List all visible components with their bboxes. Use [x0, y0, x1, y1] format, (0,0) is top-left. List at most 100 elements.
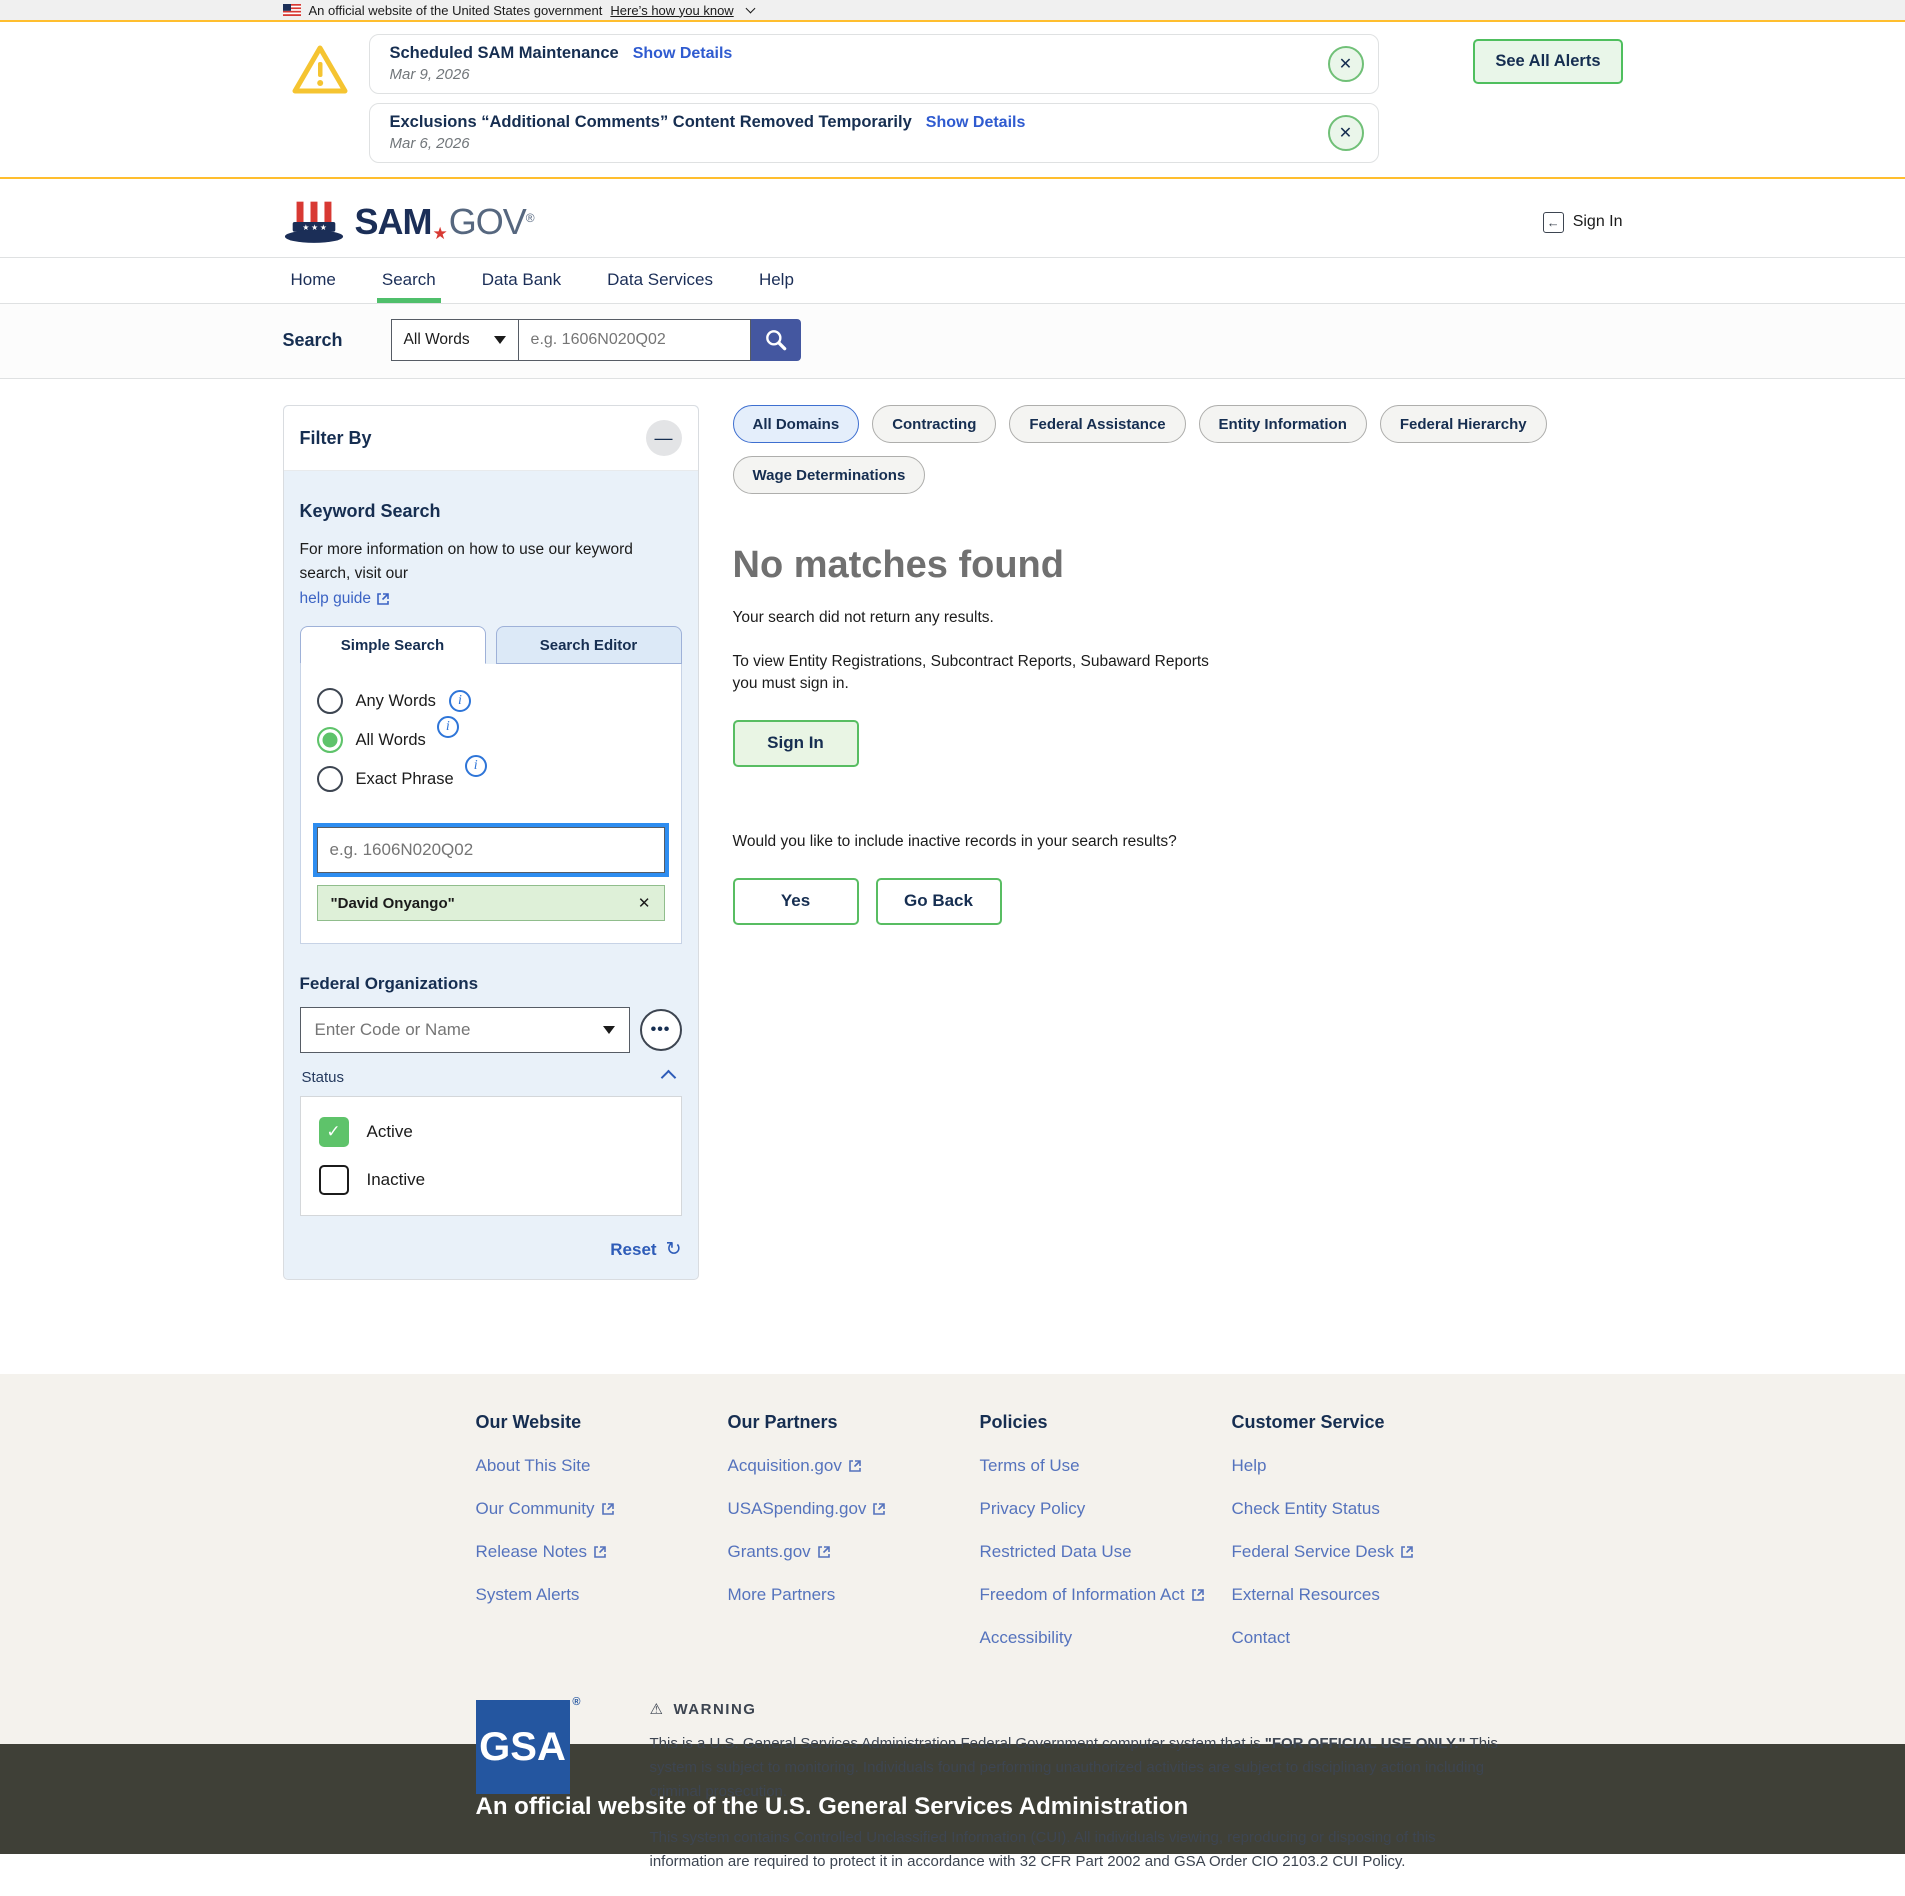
external-link-icon [817, 1545, 831, 1559]
filter-panel: Filter By — Keyword Search For more info… [283, 405, 699, 1280]
info-icon[interactable]: i [465, 755, 487, 777]
show-details-link[interactable]: Show Details [633, 45, 733, 62]
footer-link-release-notes[interactable]: Release Notes [476, 1542, 728, 1562]
nav-item-help[interactable]: Help [759, 258, 794, 303]
show-details-link[interactable]: Show Details [926, 114, 1026, 131]
nav-item-home[interactable]: Home [291, 258, 336, 303]
footer-col-our-website: Our Website About This Site Our Communit… [476, 1412, 728, 1648]
radio-circle-checked[interactable] [317, 727, 343, 753]
footer-link-label: External Resources [1232, 1585, 1380, 1605]
yes-button[interactable]: Yes [733, 878, 859, 925]
external-link-icon [1400, 1545, 1414, 1559]
footer-link-federal-service-desk[interactable]: Federal Service Desk [1232, 1542, 1484, 1562]
footer-link-usaspending-gov[interactable]: USASpending.gov [728, 1499, 980, 1519]
keyword-info-text: For more information on how to use our k… [300, 538, 682, 586]
footer-link-label: Freedom of Information Act [980, 1585, 1185, 1605]
footer-link-label: More Partners [728, 1585, 836, 1605]
checkbox-unchecked[interactable] [319, 1165, 349, 1195]
info-icon[interactable]: i [449, 690, 471, 712]
checkbox-checked[interactable]: ✓ [319, 1117, 349, 1147]
nav-item-data-bank[interactable]: Data Bank [482, 258, 561, 303]
remove-tag-icon[interactable]: ✕ [638, 894, 651, 912]
domain-pills: All Domains Contracting Federal Assistan… [733, 405, 1623, 494]
reset-filters-link[interactable]: Reset ↻ [300, 1238, 682, 1261]
reset-label: Reset [610, 1240, 656, 1260]
sign-in-required-message: To view Entity Registrations, Subcontrac… [733, 651, 1238, 696]
keyword-tag-label: "David Onyango" [331, 895, 455, 912]
footer-link-check-entity-status[interactable]: Check Entity Status [1232, 1499, 1484, 1519]
help-guide-link[interactable]: help guide [300, 590, 391, 608]
radio-circle[interactable] [317, 766, 343, 792]
chevron-down-icon [745, 3, 755, 13]
alert-list: Scheduled SAM MaintenanceShow Details Ma… [369, 34, 1379, 163]
footer-link-help[interactable]: Help [1232, 1456, 1484, 1476]
alert-close-button[interactable]: ✕ [1328, 115, 1364, 151]
banner-text: An official website of the United States… [309, 3, 603, 18]
status-option-active[interactable]: ✓ Active [319, 1117, 663, 1147]
pill-contracting[interactable]: Contracting [872, 405, 996, 443]
footer-link-restricted-data-use[interactable]: Restricted Data Use [980, 1542, 1232, 1562]
footer-link-grants-gov[interactable]: Grants.gov [728, 1542, 980, 1562]
federal-org-select[interactable]: Enter Code or Name [300, 1007, 630, 1053]
banner-how-link[interactable]: Here’s how you know [610, 3, 733, 18]
refresh-icon: ↻ [666, 1238, 682, 1261]
collapse-filters-button[interactable]: — [646, 420, 682, 456]
footer-link-privacy-policy[interactable]: Privacy Policy [980, 1499, 1232, 1519]
alerts-section: Scheduled SAM MaintenanceShow Details Ma… [0, 22, 1905, 179]
warning-paragraph-2: This system contains Controlled Unclassi… [650, 1826, 1500, 1874]
pill-all-domains[interactable]: All Domains [733, 405, 860, 443]
pill-wage-determinations[interactable]: Wage Determinations [733, 456, 926, 494]
external-link-icon [601, 1502, 615, 1516]
footer-link-terms-of-use[interactable]: Terms of Use [980, 1456, 1232, 1476]
search-input[interactable] [519, 319, 751, 361]
footer-link-about-this-site[interactable]: About This Site [476, 1456, 728, 1476]
footer-heading: Customer Service [1232, 1412, 1484, 1433]
info-icon[interactable]: i [437, 716, 459, 738]
nav-item-search[interactable]: Search [382, 258, 436, 303]
pill-entity-information[interactable]: Entity Information [1199, 405, 1367, 443]
alert-close-button[interactable]: ✕ [1328, 46, 1364, 82]
search-mode-select[interactable]: All Words [391, 319, 519, 361]
footer-link-foia[interactable]: Freedom of Information Act [980, 1585, 1232, 1605]
footer-link-external-resources[interactable]: External Resources [1232, 1585, 1484, 1605]
footer-link-label: Federal Service Desk [1232, 1542, 1395, 1562]
search-submit-button[interactable] [751, 319, 801, 361]
logo-star-icon: ★ [433, 224, 448, 243]
radio-any-words[interactable]: Any Words i [317, 688, 665, 714]
status-option-inactive[interactable]: Inactive [319, 1165, 663, 1195]
pill-federal-hierarchy[interactable]: Federal Hierarchy [1380, 405, 1547, 443]
footer-link-label: Privacy Policy [980, 1499, 1086, 1519]
gsa-logo-text: GSA [479, 1725, 566, 1770]
help-guide-label: help guide [300, 590, 372, 608]
footer-link-more-partners[interactable]: More Partners [728, 1585, 980, 1605]
keyword-input[interactable] [317, 827, 665, 873]
header-sign-in-link[interactable]: ← Sign In [1543, 212, 1623, 233]
pill-federal-assistance[interactable]: Federal Assistance [1009, 405, 1185, 443]
inactive-records-question: Would you like to include inactive recor… [733, 833, 1623, 851]
nav-item-data-services[interactable]: Data Services [607, 258, 713, 303]
sam-gov-logo[interactable]: ★ ★ ★ SAM★GOV® [283, 199, 535, 245]
org-more-options-button[interactable]: ••• [640, 1009, 682, 1051]
chevron-up-icon[interactable] [660, 1070, 676, 1086]
see-all-alerts-button[interactable]: See All Alerts [1473, 39, 1622, 84]
external-link-icon [376, 592, 390, 606]
radio-all-words[interactable]: All Words i [317, 727, 665, 753]
radio-circle[interactable] [317, 688, 343, 714]
footer-link-our-community[interactable]: Our Community [476, 1499, 728, 1519]
footer-link-system-alerts[interactable]: System Alerts [476, 1585, 728, 1605]
go-back-button[interactable]: Go Back [876, 878, 1002, 925]
gsa-logo[interactable]: GSA ® [476, 1700, 570, 1794]
external-link-icon [872, 1502, 886, 1516]
footer-link-label: System Alerts [476, 1585, 580, 1605]
sign-in-button[interactable]: Sign In [733, 720, 859, 767]
us-flag-icon [283, 4, 301, 16]
warning-icon: ⚠ [650, 1700, 665, 1718]
tab-simple-search[interactable]: Simple Search [300, 626, 486, 664]
search-band-label: Search [283, 330, 343, 351]
footer-link-accessibility[interactable]: Accessibility [980, 1628, 1232, 1648]
radio-exact-phrase[interactable]: Exact Phrase i [317, 766, 665, 792]
footer-link-acquisition-gov[interactable]: Acquisition.gov [728, 1456, 980, 1476]
tab-search-editor[interactable]: Search Editor [496, 626, 682, 664]
footer-link-contact[interactable]: Contact [1232, 1628, 1484, 1648]
checkbox-label: Inactive [367, 1170, 426, 1190]
